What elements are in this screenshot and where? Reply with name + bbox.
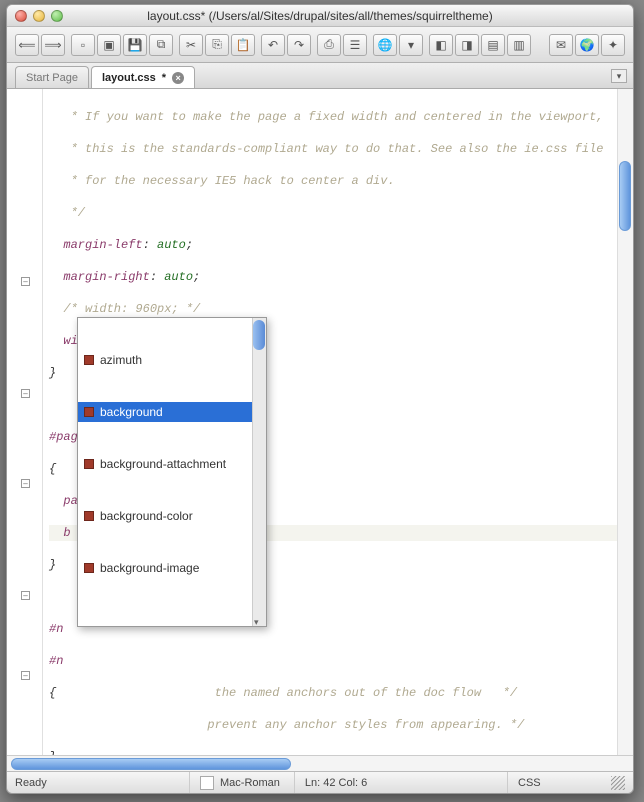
autocomplete-item[interactable]: background-attachment xyxy=(78,454,266,474)
chevron-down-icon[interactable]: ▾ xyxy=(254,614,264,624)
cut-button[interactable]: ✂ xyxy=(179,34,203,56)
property-icon xyxy=(84,511,94,521)
autocomplete-label: background-attachment xyxy=(100,456,226,472)
save-button[interactable]: 💾 xyxy=(123,34,147,56)
status-encoding-label: Mac-Roman xyxy=(220,777,280,789)
tool-button[interactable]: ✦ xyxy=(601,34,625,56)
autocomplete-item[interactable]: azimuth xyxy=(78,350,266,370)
tab-label: layout.css xyxy=(102,72,156,84)
code-text: */ xyxy=(49,206,85,220)
tabbar: Start Page layout.css * × ▾ xyxy=(7,63,633,89)
editor: – – – – – * If you want to make the page… xyxy=(7,89,633,755)
code-text: * this is the standards-compliant way to… xyxy=(49,142,604,156)
window-title: layout.css* (/Users/al/Sites/drupal/site… xyxy=(7,9,633,23)
code-text: auto xyxy=(164,270,193,284)
code-text: /* width: 960px; */ xyxy=(49,302,200,316)
titlebar[interactable]: layout.css* (/Users/al/Sites/drupal/site… xyxy=(7,5,633,27)
status-language[interactable]: CSS xyxy=(507,772,597,793)
autocomplete-item[interactable]: background xyxy=(78,402,266,422)
undo-button[interactable]: ↶ xyxy=(261,34,285,56)
property-icon xyxy=(84,407,94,417)
property-icon xyxy=(84,459,94,469)
autocomplete-scrollbar[interactable]: ▾ xyxy=(252,318,266,626)
status-position: Ln: 42 Col: 6 xyxy=(294,772,367,793)
paste-button[interactable]: 📋 xyxy=(231,34,255,56)
fold-icon[interactable]: – xyxy=(21,277,30,286)
toolbar: ⟸ ⟹ ▫ ▣ 💾 ⧉ ✂ ⎘ 📋 ↶ ↷ ⎙ ☰ 🌐 ▾ ◧ ◨ ▤ xyxy=(7,27,633,63)
code-text: margin-left xyxy=(49,238,143,252)
resize-grip-icon[interactable] xyxy=(611,776,625,790)
code-text: the named anchors out of the doc flow */ xyxy=(56,686,517,700)
code-text: prevent any anchor styles from appearing… xyxy=(49,718,524,732)
property-icon xyxy=(84,355,94,365)
mail-button[interactable]: ✉ xyxy=(549,34,573,56)
globe-button[interactable]: 🌐 xyxy=(373,34,397,56)
back-button[interactable]: ⟸ xyxy=(15,34,39,56)
panel2-button[interactable]: ◨ xyxy=(455,34,479,56)
encoding-icon xyxy=(200,776,214,790)
scrollbar-thumb[interactable] xyxy=(11,758,291,770)
horizontal-scrollbar[interactable] xyxy=(7,755,633,771)
copy-button[interactable]: ⎘ xyxy=(205,34,229,56)
panel4-button[interactable]: ▥ xyxy=(507,34,531,56)
tab-overflow-icon[interactable]: ▾ xyxy=(611,69,627,83)
code-text: margin-right xyxy=(49,270,150,284)
settings-button[interactable]: ☰ xyxy=(343,34,367,56)
fold-icon[interactable]: – xyxy=(21,591,30,600)
autocomplete-label: background-color xyxy=(100,508,193,524)
autocomplete-label: azimuth xyxy=(100,352,142,368)
code-text: } xyxy=(49,366,56,380)
tab-start-page[interactable]: Start Page xyxy=(15,66,89,88)
code-area[interactable]: * If you want to make the page a fixed w… xyxy=(43,89,633,755)
save-all-button[interactable]: ⧉ xyxy=(149,34,173,56)
autocomplete-popup: azimuth background background-attachment… xyxy=(77,317,267,627)
gutter: – – – – – xyxy=(7,89,43,755)
redo-button[interactable]: ↷ xyxy=(287,34,311,56)
autocomplete-label: background xyxy=(100,404,163,420)
status-ready: Ready xyxy=(15,772,175,793)
open-button[interactable]: ▣ xyxy=(97,34,121,56)
scrollbar-thumb[interactable] xyxy=(619,161,631,231)
statusbar: Ready Mac-Roman Ln: 42 Col: 6 CSS xyxy=(7,771,633,793)
tab-dirty-icon: * xyxy=(162,72,166,84)
property-icon xyxy=(84,563,94,573)
panel1-button[interactable]: ◧ xyxy=(429,34,453,56)
fold-icon[interactable]: – xyxy=(21,479,30,488)
tab-label: Start Page xyxy=(26,72,78,84)
vertical-scrollbar[interactable] xyxy=(617,89,633,755)
code-text: b xyxy=(49,526,71,540)
code-text: } xyxy=(49,558,56,572)
dropdown-icon[interactable]: ▾ xyxy=(399,34,423,56)
status-encoding[interactable]: Mac-Roman xyxy=(189,772,280,793)
autocomplete-item[interactable]: background-color xyxy=(78,506,266,526)
world-button[interactable]: 🌍 xyxy=(575,34,599,56)
tab-layout-css[interactable]: layout.css * × xyxy=(91,66,195,88)
print-button[interactable]: ⎙ xyxy=(317,34,341,56)
new-file-button[interactable]: ▫ xyxy=(71,34,95,56)
code-text: #n xyxy=(49,622,63,636)
autocomplete-item[interactable]: background-image xyxy=(78,558,266,578)
app-window: layout.css* (/Users/al/Sites/drupal/site… xyxy=(6,4,634,794)
autocomplete-label: background-image xyxy=(100,560,199,576)
code-text: auto xyxy=(157,238,186,252)
code-text: { xyxy=(49,462,56,476)
scrollbar-thumb[interactable] xyxy=(253,320,265,350)
code-text: #n xyxy=(49,654,63,668)
panel3-button[interactable]: ▤ xyxy=(481,34,505,56)
code-text: * If you want to make the page a fixed w… xyxy=(49,110,604,124)
forward-button[interactable]: ⟹ xyxy=(41,34,65,56)
fold-icon[interactable]: – xyxy=(21,389,30,398)
fold-icon[interactable]: – xyxy=(21,671,30,680)
code-text: * for the necessary IE5 hack to center a… xyxy=(49,174,395,188)
tab-close-icon[interactable]: × xyxy=(172,72,184,84)
